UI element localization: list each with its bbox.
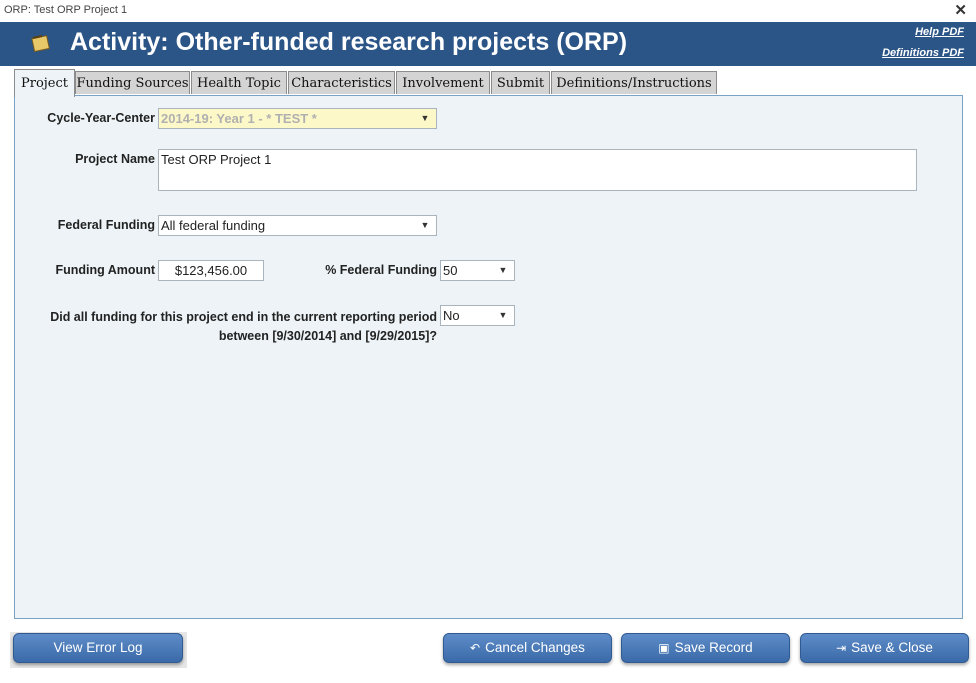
page-header: Activity: Other-funded research projects… bbox=[0, 22, 976, 66]
page-title: Activity: Other-funded research projects… bbox=[70, 28, 628, 56]
close-icon[interactable]: ✕ bbox=[954, 1, 967, 19]
cycle-year-center-select[interactable]: 2014-19: Year 1 - * TEST * ▼ bbox=[158, 108, 437, 129]
window-title: ORP: Test ORP Project 1 bbox=[4, 4, 128, 16]
view-error-log-button[interactable]: View Error Log bbox=[13, 633, 183, 663]
funding-end-label-line2: between [9/30/2014] and [9/29/2015]? bbox=[218, 329, 437, 343]
tab-health-topic[interactable]: Health Topic bbox=[191, 71, 287, 94]
pct-federal-funding-label: % Federal Funding bbox=[325, 263, 437, 277]
undo-icon: ↶ bbox=[470, 641, 481, 656]
definitions-pdf-link[interactable]: Definitions PDF bbox=[882, 47, 964, 59]
cycle-year-center-label: Cycle-Year-Center bbox=[47, 111, 155, 125]
pct-federal-funding-value: 50 bbox=[443, 263, 458, 278]
cancel-changes-label: Cancel Changes bbox=[485, 640, 585, 655]
tab-project[interactable]: Project bbox=[14, 69, 75, 97]
window-title-bar: ORP: Test ORP Project 1 ✕ bbox=[0, 0, 976, 23]
project-name-input[interactable]: Test ORP Project 1 bbox=[158, 149, 917, 191]
tab-submit[interactable]: Submit bbox=[491, 71, 550, 94]
floppy-disk-icon: ▣ bbox=[658, 641, 670, 656]
tab-characteristics[interactable]: Characteristics bbox=[288, 71, 395, 94]
chevron-down-icon[interactable]: ▼ bbox=[493, 261, 513, 280]
federal-funding-value: All federal funding bbox=[161, 218, 266, 233]
funding-amount-label: Funding Amount bbox=[55, 263, 155, 277]
tab-definitions-instructions[interactable]: Definitions/Instructions bbox=[551, 71, 717, 94]
federal-funding-select[interactable]: All federal funding ▼ bbox=[158, 215, 437, 236]
chevron-down-icon[interactable]: ▼ bbox=[415, 109, 435, 128]
save-record-label: Save Record bbox=[674, 640, 753, 655]
sticky-note-icon bbox=[31, 35, 50, 53]
funding-end-value: No bbox=[443, 308, 460, 323]
chevron-down-icon[interactable]: ▼ bbox=[415, 216, 435, 235]
tab-involvement[interactable]: Involvement bbox=[396, 71, 490, 94]
funding-amount-input[interactable]: $123,456.00 bbox=[158, 260, 264, 281]
save-exit-icon: ⇥ bbox=[836, 641, 847, 656]
funding-end-label: Did all funding for this project end in … bbox=[50, 308, 437, 346]
chevron-down-icon[interactable]: ▼ bbox=[493, 306, 513, 325]
save-close-label: Save & Close bbox=[851, 640, 933, 655]
cycle-year-center-value: 2014-19: Year 1 - * TEST * bbox=[161, 111, 317, 126]
tab-funding-sources[interactable]: Funding Sources bbox=[75, 71, 190, 94]
pct-federal-funding-select[interactable]: 50 ▼ bbox=[440, 260, 515, 281]
funding-end-select[interactable]: No ▼ bbox=[440, 305, 515, 326]
help-pdf-link[interactable]: Help PDF bbox=[915, 26, 964, 38]
save-close-button[interactable]: ⇥ Save & Close bbox=[800, 633, 969, 663]
federal-funding-label: Federal Funding bbox=[57, 218, 155, 232]
save-record-button[interactable]: ▣ Save Record bbox=[621, 633, 790, 663]
cancel-changes-button[interactable]: ↶ Cancel Changes bbox=[443, 633, 612, 663]
project-name-label: Project Name bbox=[75, 152, 155, 166]
funding-end-label-line1: Did all funding for this project end in … bbox=[50, 310, 437, 324]
